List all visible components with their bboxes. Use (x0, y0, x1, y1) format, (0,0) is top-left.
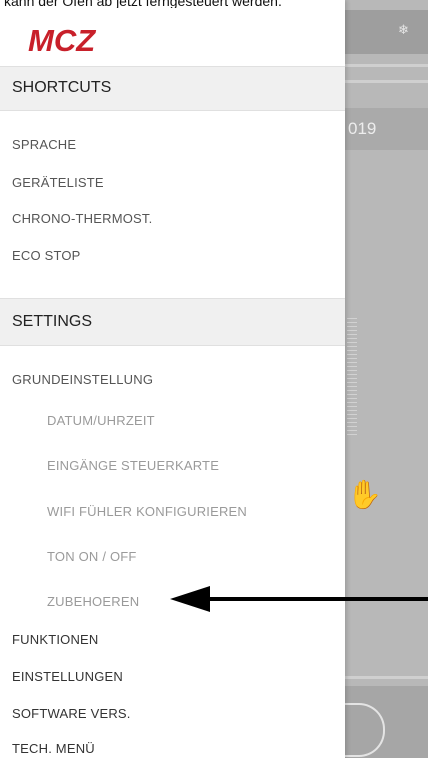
menu-item-chrono-thermost[interactable]: CHRONO-THERMOST. (12, 211, 152, 226)
submenu-item-datum-uhrzeit[interactable]: DATUM/UHRZEIT (47, 413, 155, 428)
background-divider (345, 64, 428, 67)
menu-item-funktionen[interactable]: FUNKTIONEN (12, 632, 99, 647)
submenu-item-ton-on-off[interactable]: TON ON / OFF (47, 549, 137, 564)
section-settings: SETTINGS (0, 298, 345, 346)
section-shortcuts: SHORTCUTS (0, 66, 345, 111)
mcz-logo-text: MCZ (28, 24, 96, 58)
annotation-arrow (170, 586, 428, 612)
menu-item-tech-menue[interactable]: TECH. MENÜ (12, 741, 95, 756)
snowflake-icon: ❄ (398, 22, 409, 37)
submenu-item-eingaenge-steuerkarte[interactable]: EINGÄNGE STEUERKARTE (47, 458, 219, 473)
menu-item-software-vers[interactable]: SOFTWARE VERS. (12, 706, 131, 721)
submenu-item-wifi-fuehler[interactable]: WIFI FÜHLER KONFIGURIEREN (47, 504, 247, 519)
section-title-settings: SETTINGS (12, 313, 93, 330)
background-divider (345, 676, 428, 679)
background-year: 019 (348, 119, 377, 138)
menu-item-geraeteliste[interactable]: GERÄTELISTE (12, 175, 104, 190)
menu-item-eco-stop[interactable]: ECO STOP (12, 248, 81, 263)
background-dial (347, 318, 357, 438)
submenu-item-zubehoeren[interactable]: ZUBEHOEREN (47, 594, 139, 609)
navigation-drawer: MCZ SHORTCUTS SPRACHE GERÄTELISTE CHRONO… (0, 0, 345, 758)
background-header (345, 10, 428, 54)
menu-item-einstellungen[interactable]: EINSTELLUNGEN (12, 669, 123, 684)
hand-icon: ✋ (347, 479, 382, 510)
section-title-shortcuts: SHORTCUTS (12, 79, 112, 96)
menu-item-grundeinstellung[interactable]: GRUNDEINSTELLUNG (12, 372, 153, 387)
menu-item-sprache[interactable]: SPRACHE (12, 137, 76, 152)
mcz-logo: MCZ (28, 24, 96, 58)
instruction-caption: kann der Ofen ab jetzt ferngesteuert wer… (4, 0, 282, 8)
background-divider (345, 80, 428, 83)
